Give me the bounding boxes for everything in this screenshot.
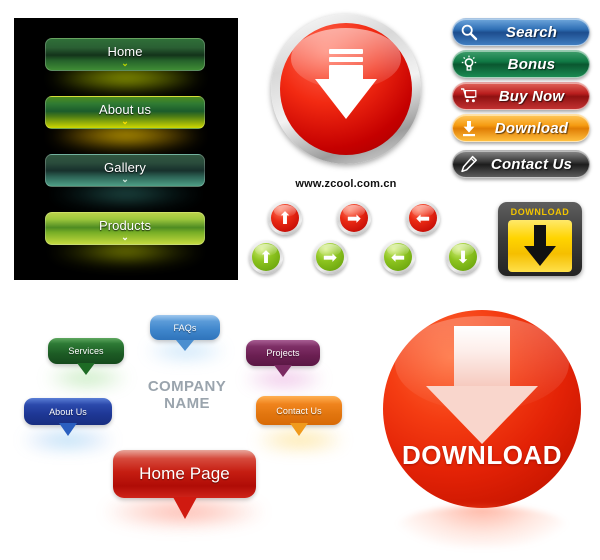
arrow-down-icon: ⬇ [449, 243, 477, 271]
shopping-cart-icon [456, 83, 482, 109]
pill-button-buy-now[interactable]: Buy Now [452, 82, 590, 110]
bubble-button-faqs[interactable]: FAQs [150, 315, 220, 351]
download-sphere-button[interactable]: DOWNLOAD [383, 310, 581, 508]
download-box-caption: DOWNLOAD [510, 207, 570, 217]
arrow-button-down-green[interactable]: ⬇ [446, 240, 480, 274]
arrow-button-right-red[interactable]: ➡ [337, 201, 371, 235]
menu-label-home: Home [107, 44, 143, 59]
bubble-tail [274, 365, 292, 377]
bubble-button-home-page[interactable]: Home Page [113, 450, 256, 519]
download-icon [456, 115, 482, 141]
company-name-line2: NAME [164, 395, 210, 412]
arrow-button-right-green[interactable]: ➡ [313, 240, 347, 274]
arrow-head [315, 79, 377, 119]
bubble-tail [77, 363, 95, 375]
menu-button-gallery[interactable]: Gallery ⌄ [45, 154, 205, 187]
watermark-url: www.zcool.com.cn [295, 178, 397, 190]
pill-button-search[interactable]: Search [452, 18, 590, 46]
pill-label-search: Search [505, 23, 558, 41]
chevron-down-icon: ⌄ [121, 58, 129, 68]
menu-button-products[interactable]: Products ⌄ [45, 212, 205, 245]
bubble-button-contact-us[interactable]: Contact Us [256, 396, 342, 436]
arrow-right-icon: ➡ [340, 204, 368, 232]
lightbulb-icon [456, 51, 482, 77]
pill-button-bonus[interactable]: Bonus [452, 50, 590, 78]
company-name-line1: COMPANY [147, 378, 227, 395]
pill-button-contact-us[interactable]: Contact Us [452, 150, 590, 178]
pill-button-download[interactable]: Download [452, 114, 590, 142]
bubble-label-faqs: FAQs [173, 322, 197, 333]
arrow-shaft [454, 326, 510, 388]
chevron-down-icon: ⌄ [121, 232, 129, 242]
download-sphere-label: DOWNLOAD [402, 440, 562, 470]
bubble-button-services[interactable]: Services [48, 338, 124, 375]
poster-canvas: Home ⌄ About us ⌄ Gallery ⌄ Products ⌄ w… [0, 0, 600, 560]
download-circle-button[interactable] [271, 14, 421, 164]
bubble-label-services: Services [68, 346, 104, 356]
arrow-button-left-red[interactable]: ⬅ [406, 201, 440, 235]
download-box-button[interactable]: DOWNLOAD [498, 202, 582, 276]
menu-button-about-us[interactable]: About us ⌄ [45, 96, 205, 129]
arrow-left-icon: ⬅ [384, 243, 412, 271]
arrow-button-left-green[interactable]: ⬅ [381, 240, 415, 274]
menu-button-home[interactable]: Home ⌄ [45, 38, 205, 71]
pill-label-buy-now: Buy Now [498, 87, 565, 105]
arrow-up-icon: ⬆ [271, 204, 299, 232]
menu-label-products: Products [98, 218, 152, 233]
arrow-button-up-green[interactable]: ⬆ [249, 240, 283, 274]
bubble-tail [172, 497, 197, 519]
pill-label-bonus: Bonus [507, 55, 556, 73]
company-name-text: COMPANY NAME [132, 378, 242, 412]
arrow-left-icon: ⬅ [409, 204, 437, 232]
chevron-down-icon: ⌄ [121, 174, 129, 184]
bubble-tail [290, 423, 308, 436]
bubble-button-projects[interactable]: Projects [246, 340, 320, 377]
bubble-label-about-us: About Us [49, 406, 87, 417]
bubble-button-about-us[interactable]: About Us [24, 398, 112, 436]
bubble-label-contact-us: Contact Us [276, 405, 322, 416]
pill-label-download: Download [494, 119, 569, 137]
bubble-tail [59, 423, 77, 436]
menu-label-about-us: About us [98, 102, 152, 117]
arrow-up-icon: ⬆ [252, 243, 280, 271]
vertical-menu-panel: Home ⌄ About us ⌄ Gallery ⌄ Products ⌄ [14, 18, 238, 280]
bubble-label-projects: Projects [266, 348, 300, 358]
bubble-tail [176, 340, 194, 351]
menu-label-gallery: Gallery [104, 160, 146, 175]
pill-label-contact-us: Contact Us [490, 155, 573, 173]
circle-red-face [280, 23, 412, 155]
download-arrow-icon [508, 220, 572, 272]
arrow-button-up-red[interactable]: ⬆ [268, 201, 302, 235]
arrow-head [426, 386, 538, 444]
download-sphere-reflection [396, 506, 568, 548]
chevron-down-icon: ⌄ [121, 116, 129, 126]
arrow-right-icon: ➡ [316, 243, 344, 271]
magnifier-icon [456, 19, 482, 45]
pen-icon [456, 151, 482, 177]
bubble-label-home-page: Home Page [139, 464, 230, 483]
